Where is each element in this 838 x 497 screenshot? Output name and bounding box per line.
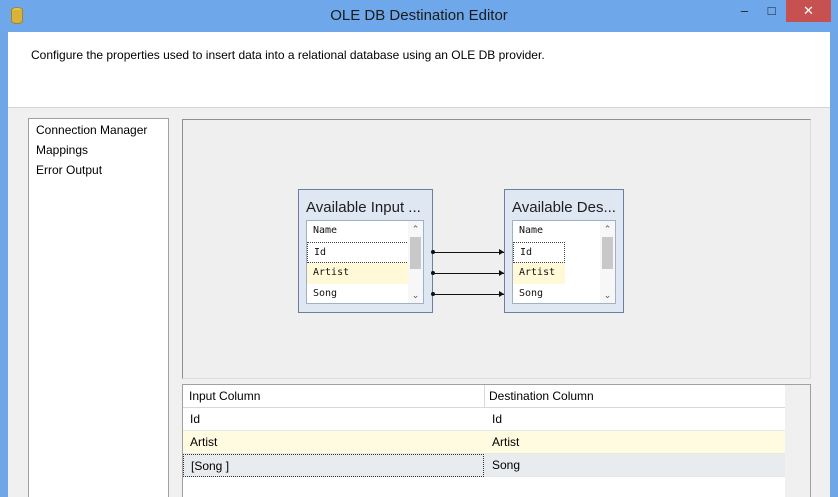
table-row[interactable]: Artist Artist bbox=[183, 431, 785, 454]
input-column-cell[interactable]: [Song ] bbox=[183, 454, 484, 477]
scroll-up-icon[interactable]: ⌃ bbox=[600, 222, 615, 236]
grid-header: Input Column Destination Column bbox=[183, 385, 785, 408]
maximize-button[interactable]: □ bbox=[758, 0, 785, 22]
column-header-input[interactable]: Input Column bbox=[189, 389, 260, 403]
scroll-down-icon[interactable]: ⌄ bbox=[408, 288, 423, 302]
mapping-arrow-icon bbox=[499, 270, 504, 276]
input-column-cell[interactable]: Artist bbox=[183, 431, 484, 454]
destination-column-cell[interactable]: Id bbox=[485, 408, 785, 431]
scroll-thumb[interactable] bbox=[410, 237, 421, 269]
nav-item-error-output[interactable]: Error Output bbox=[35, 162, 103, 178]
mapping-arrow-icon bbox=[499, 249, 504, 255]
destination-column-cell[interactable]: Artist bbox=[485, 431, 785, 454]
page-navigator: Connection Manager Mappings Error Output bbox=[28, 118, 169, 497]
input-item-id[interactable]: Id bbox=[307, 242, 409, 263]
mapping-grid[interactable]: Input Column Destination Column Id Id Ar… bbox=[182, 384, 811, 497]
table-row[interactable]: Id Id bbox=[183, 408, 785, 431]
mapping-start-dot bbox=[431, 271, 435, 275]
dest-item-id[interactable]: Id bbox=[513, 242, 565, 263]
mapping-canvas[interactable]: Available Input ... Name Id Artist Song … bbox=[182, 119, 811, 379]
available-destination-columns-box[interactable]: Available Des... Name Id Artist Song ⌃ ⌄ bbox=[504, 189, 624, 313]
header-divider[interactable] bbox=[484, 385, 485, 408]
nav-item-connection-manager[interactable]: Connection Manager bbox=[35, 122, 148, 138]
minimize-button[interactable]: – bbox=[731, 0, 758, 22]
list-header: Name bbox=[313, 225, 338, 236]
dialog-client: Configure the properties used to insert … bbox=[8, 32, 830, 497]
dest-item-artist[interactable]: Artist bbox=[513, 263, 565, 284]
dest-item-song[interactable]: Song bbox=[513, 284, 565, 305]
scroll-thumb[interactable] bbox=[602, 237, 613, 269]
input-list-scrollbar[interactable]: ⌃ ⌄ bbox=[408, 221, 423, 303]
input-item-song[interactable]: Song bbox=[307, 284, 409, 305]
input-box-title: Available Input ... bbox=[306, 199, 421, 216]
title-bar: OLE DB Destination Editor – □ ✕ bbox=[0, 0, 838, 32]
input-item-artist[interactable]: Artist bbox=[307, 263, 409, 284]
mapping-line-id[interactable] bbox=[433, 252, 504, 253]
mapping-start-dot bbox=[431, 292, 435, 296]
mapping-line-song[interactable] bbox=[433, 294, 504, 295]
column-header-destination[interactable]: Destination Column bbox=[489, 389, 594, 403]
dest-list-scrollbar[interactable]: ⌃ ⌄ bbox=[600, 221, 615, 303]
table-row[interactable]: [Song ] Song bbox=[183, 454, 785, 477]
input-column-cell[interactable]: Id bbox=[183, 408, 484, 431]
dest-box-title: Available Des... bbox=[512, 199, 616, 216]
available-input-columns-box[interactable]: Available Input ... Name Id Artist Song … bbox=[298, 189, 433, 313]
header-panel: Configure the properties used to insert … bbox=[8, 32, 830, 108]
list-header: Name bbox=[519, 225, 544, 236]
header-description: Configure the properties used to insert … bbox=[31, 48, 545, 62]
mapping-arrow-icon bbox=[499, 291, 504, 297]
grid-side-area bbox=[785, 385, 810, 497]
mapping-line-artist[interactable] bbox=[433, 273, 504, 274]
close-button[interactable]: ✕ bbox=[786, 0, 831, 22]
window-title: OLE DB Destination Editor bbox=[330, 7, 508, 24]
scroll-down-icon[interactable]: ⌄ bbox=[600, 288, 615, 302]
input-column-list[interactable]: Name Id Artist Song ⌃ ⌄ bbox=[306, 220, 424, 304]
destination-column-cell[interactable]: Song bbox=[485, 454, 785, 477]
scroll-up-icon[interactable]: ⌃ bbox=[408, 222, 423, 236]
destination-column-list[interactable]: Name Id Artist Song ⌃ ⌄ bbox=[512, 220, 616, 304]
mapping-start-dot bbox=[431, 250, 435, 254]
nav-item-mappings[interactable]: Mappings bbox=[35, 142, 89, 158]
